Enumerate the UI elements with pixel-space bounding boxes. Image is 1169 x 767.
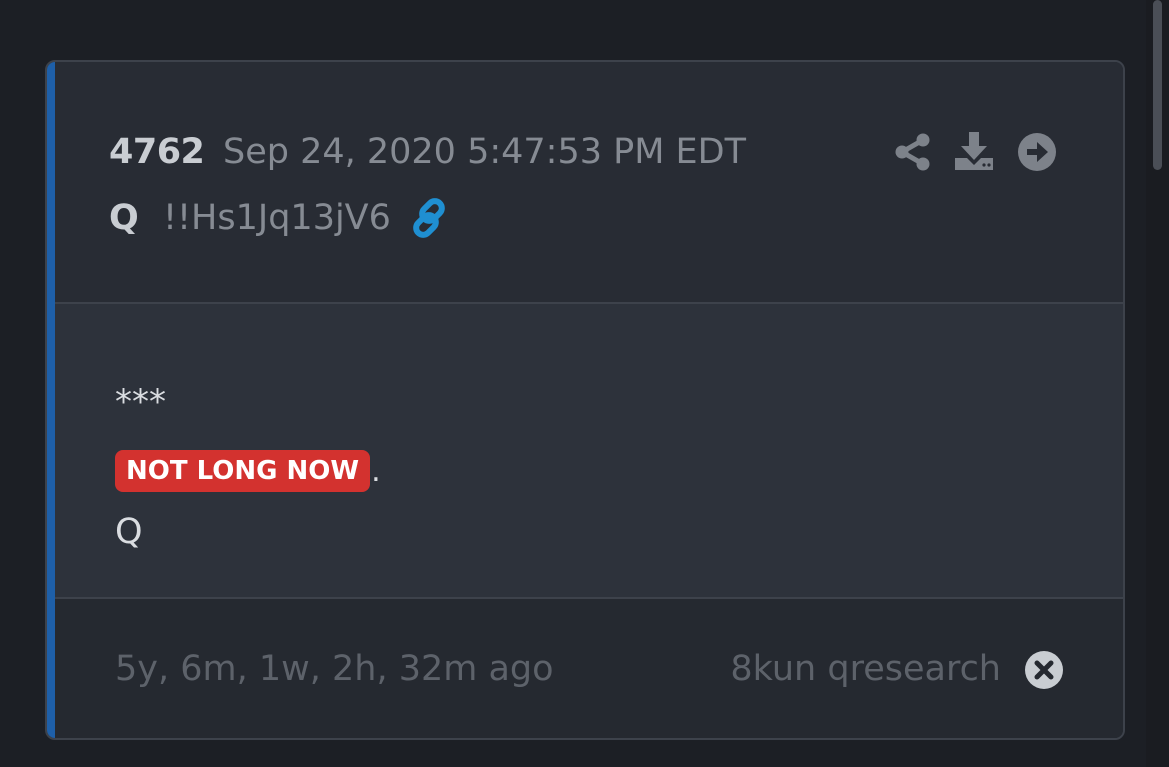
post-card: 4762 Sep 24, 2020 5:47:53 PM EDT Q !!Hs1… — [45, 60, 1125, 740]
download-icon[interactable] — [953, 130, 995, 172]
highlight-suffix: . — [371, 453, 381, 489]
post-board[interactable]: 8kun qresearch — [730, 649, 1001, 689]
arrow-circle-right-icon[interactable] — [1017, 132, 1057, 172]
post-footer: 5y, 6m, 1w, 2h, 32m ago 8kun qresearch — [55, 599, 1123, 738]
post-tripcode: !!Hs1Jq13jV6 — [163, 198, 391, 238]
post-body: *** NOT LONG NOW. Q — [55, 304, 1123, 599]
post-highlight-row: NOT LONG NOW. — [115, 450, 381, 494]
post-header: 4762 Sep 24, 2020 5:47:53 PM EDT Q !!Hs1… — [55, 62, 1123, 304]
post-signature: Q — [115, 512, 143, 552]
post-author: Q — [109, 198, 139, 238]
share-icon[interactable] — [894, 132, 932, 172]
close-circle-icon[interactable] — [1024, 650, 1064, 690]
post-date: Sep 24, 2020 5:47:53 PM EDT — [223, 132, 747, 172]
scrollbar-thumb[interactable] — [1153, 0, 1162, 170]
post-age: 5y, 6m, 1w, 2h, 32m ago — [115, 649, 554, 689]
highlight-badge: NOT LONG NOW — [115, 450, 371, 492]
card-accent-bar — [47, 62, 55, 738]
post-number[interactable]: 4762 — [109, 132, 205, 172]
scrollbar[interactable] — [1146, 0, 1169, 767]
link-icon[interactable] — [407, 196, 451, 240]
post-text-line: *** — [115, 382, 166, 422]
